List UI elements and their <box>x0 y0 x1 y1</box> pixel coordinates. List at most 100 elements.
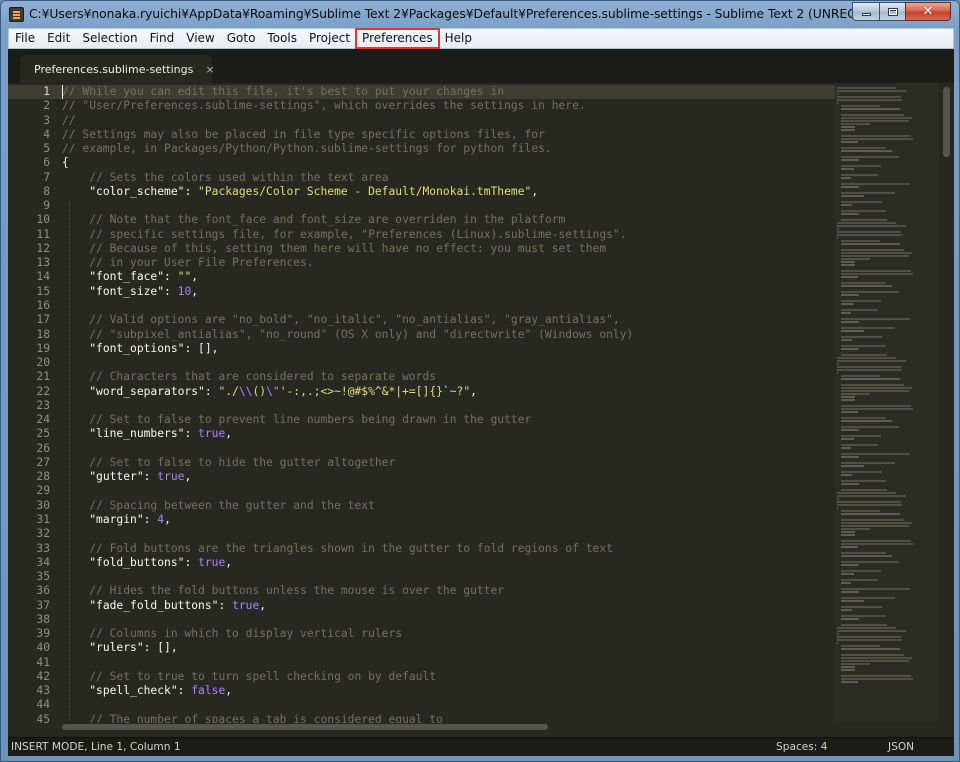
minimap-line <box>840 438 855 440</box>
code-token: { <box>62 156 69 170</box>
line-number: 15 <box>36 284 50 298</box>
menu-tools[interactable]: Tools <box>261 29 303 48</box>
line-number: 16 <box>36 298 50 312</box>
menu-edit[interactable]: Edit <box>41 29 76 48</box>
minimap[interactable] <box>835 83 939 723</box>
line-number: 10 <box>36 213 50 227</box>
menu-find[interactable]: Find <box>144 29 181 48</box>
code-line: // "User/Preferences.sublime-settings", … <box>62 99 835 113</box>
line-number: 34 <box>36 555 50 569</box>
minimap-line <box>837 504 902 506</box>
line-number: 20 <box>36 356 50 370</box>
minimize-button[interactable] <box>852 2 879 21</box>
code-token: "font_options" <box>89 341 185 355</box>
vertical-scrollbar[interactable] <box>939 83 954 723</box>
vertical-scrollbar-thumb[interactable] <box>943 87 950 157</box>
minimap-line <box>840 177 852 179</box>
code-token: // Note that the font_face and font_size… <box>89 213 566 227</box>
title-bar[interactable]: C:¥Users¥nonaka.ryuichi¥AppData¥Roaming¥… <box>1 1 959 28</box>
code-token: // Valid options are "no_bold", "no_ital… <box>89 313 620 327</box>
minimap-line <box>837 225 907 227</box>
minimap-line <box>840 453 910 455</box>
line-number: 29 <box>36 484 50 498</box>
line-numbers: 1 2 3 4 5 6 7 8 9 10 11 12 13 14 15 16 17 18 19 20 21 22 23 24 2… <box>8 85 50 723</box>
code-token: // Set to true to turn spell checking on… <box>89 669 437 683</box>
window-title: C:¥Users¥nonaka.ryuichi¥AppData¥Roaming¥… <box>29 6 914 21</box>
minimap-line <box>840 510 881 512</box>
minimap-line <box>840 678 913 680</box>
minimap-line <box>837 93 839 95</box>
code-line: { <box>62 156 835 170</box>
menu-help[interactable]: Help <box>439 29 478 48</box>
minimap-line <box>840 264 855 266</box>
tab-preferences-sublime-settings[interactable]: Preferences.sublime-settings × <box>20 55 215 83</box>
tab-close-icon[interactable]: × <box>205 63 214 76</box>
minimap-line <box>840 408 913 410</box>
code-token: // specific settings file, for example, … <box>89 227 627 241</box>
minimap-line <box>840 579 879 581</box>
sublime-text-icon[interactable] <box>9 7 24 22</box>
minimap-line <box>840 387 912 389</box>
maximize-button[interactable] <box>879 2 905 21</box>
menu-preferences[interactable]: Preferences <box>355 28 440 49</box>
minimap-line <box>840 669 855 671</box>
minimap-line <box>840 210 887 212</box>
code-token: // Set to false to hide the gutter altog… <box>89 455 396 469</box>
code-token: , <box>225 684 233 698</box>
code-line: "fold_buttons": true, <box>62 556 835 570</box>
menu-project[interactable]: Project <box>303 29 356 48</box>
code-editor[interactable]: // While you can edit this file, it's be… <box>62 83 835 723</box>
code-line: // <box>62 114 835 128</box>
code-line: "margin": 4, <box>62 513 835 527</box>
minimap-line <box>840 378 900 380</box>
minimap-line <box>840 393 871 395</box>
minimap-line <box>840 561 900 563</box>
code-line: // Fold buttons are the triangles shown … <box>62 542 835 556</box>
line-number: 1 <box>43 85 50 98</box>
menu-file[interactable]: File <box>9 29 41 48</box>
minimap-line <box>840 174 879 176</box>
horizontal-scrollbar[interactable] <box>62 723 948 731</box>
code-line: "rulers": [], <box>62 641 835 655</box>
code-token: \\ <box>238 384 253 398</box>
line-number-gutter[interactable]: 1 2 3 4 5 6 7 8 9 10 11 12 13 14 15 16 17 18 19 20 21 22 23 24 2… <box>8 83 62 723</box>
minimap-line <box>840 141 858 143</box>
horizontal-scrollbar-thumb[interactable] <box>62 724 548 730</box>
minimap-line <box>840 660 909 662</box>
menu-selection[interactable]: Selection <box>76 29 143 48</box>
minimap-line <box>840 540 911 542</box>
code-token: // <box>62 113 76 127</box>
minimap-line <box>840 204 853 206</box>
minimap-line <box>837 369 902 371</box>
minimap-line <box>840 150 892 152</box>
code-line: // While you can edit this file, it's be… <box>62 85 835 99</box>
status-syntax[interactable]: JSON <box>888 741 914 753</box>
menu-goto[interactable]: Goto <box>221 29 262 48</box>
status-indentation[interactable]: Spaces: 4 <box>776 741 827 753</box>
minimap-line <box>840 318 910 320</box>
code-token: "line_numbers" <box>89 427 185 441</box>
minimap-line <box>840 243 900 245</box>
code-token: : [], <box>184 341 219 355</box>
close-button[interactable]: ✕ <box>905 2 951 21</box>
line-number: 3 <box>43 113 50 127</box>
minimap-line <box>840 249 904 251</box>
menu-view[interactable]: View <box>180 29 220 48</box>
minimap-line <box>837 501 901 503</box>
minimap-line <box>840 489 888 491</box>
code-line: // Characters that are considered to sep… <box>62 370 835 384</box>
app-window: C:¥Users¥nonaka.ryuichi¥AppData¥Roaming¥… <box>0 0 960 762</box>
code-token: , <box>225 427 233 441</box>
line-number: 41 <box>36 655 50 669</box>
code-line: "gutter": true, <box>62 470 835 484</box>
minimize-icon <box>861 13 871 16</box>
code-token: "" <box>177 270 192 284</box>
minimap-line <box>840 252 912 254</box>
line-number: 4 <box>43 127 50 141</box>
